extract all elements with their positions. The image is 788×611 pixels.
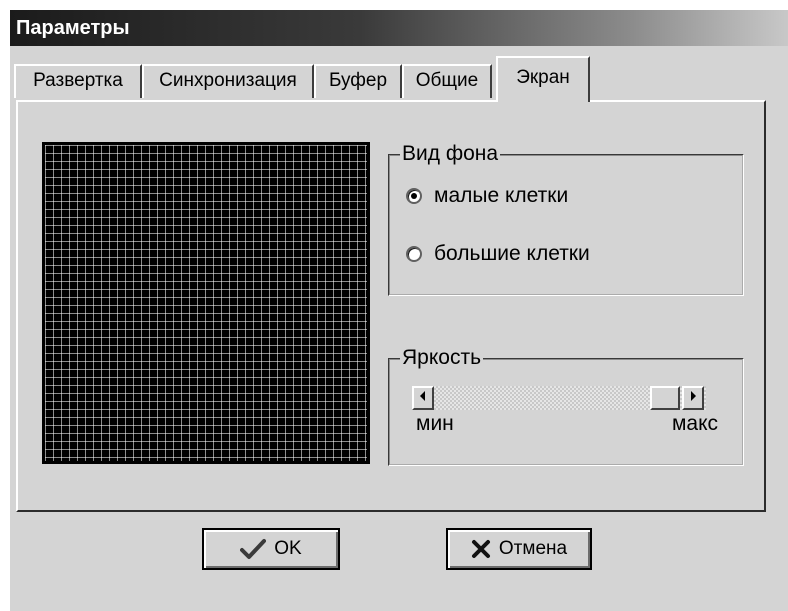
scroll-right-button[interactable] [682, 386, 704, 410]
screen-settings-panel: Вид фона малые клетки большие клетки Ярк… [16, 100, 766, 512]
background-type-group: Вид фона малые клетки большие клетки [388, 142, 744, 296]
radio-small-cells-label: малые клетки [434, 184, 569, 207]
tab-label: Общие [415, 70, 479, 91]
parameters-dialog: Параметры Развертка Синхронизация Буфер … [8, 8, 788, 611]
tab-razvertka[interactable]: Развертка [14, 64, 142, 98]
checkmark-icon [240, 538, 267, 560]
window-title: Параметры [16, 17, 130, 39]
tab-screen[interactable]: Экран [496, 56, 590, 102]
brightness-group: Яркость мин макс [388, 346, 744, 466]
radio-button-checked[interactable] [406, 188, 422, 204]
tab-label: Синхронизация [159, 70, 297, 91]
tab-general[interactable]: Общие [402, 64, 492, 98]
arrow-right-icon [691, 391, 696, 401]
cancel-button-label: Отмена [498, 538, 568, 559]
radio-small-cells[interactable]: малые клетки [406, 182, 568, 210]
brightness-max-label: макс [671, 412, 718, 435]
background-type-title: Вид фона [400, 142, 501, 166]
radio-button[interactable] [406, 246, 422, 262]
window-title-bar[interactable]: Параметры [10, 10, 788, 46]
tab-buffer[interactable]: Буфер [314, 64, 402, 98]
brightness-scrollbar[interactable] [412, 386, 706, 410]
scroll-left-button[interactable] [412, 386, 434, 410]
radio-large-cells[interactable]: большие клетки [406, 240, 590, 268]
brightness-slider-thumb[interactable] [650, 386, 680, 410]
tab-label: Экран [516, 67, 570, 88]
brightness-title: Яркость [400, 346, 484, 370]
x-icon [471, 539, 491, 559]
ok-button[interactable]: OK [202, 528, 340, 570]
ok-button-label: OK [274, 538, 302, 559]
screen-grid-preview [42, 142, 370, 464]
tab-label: Буфер [328, 70, 388, 91]
cancel-button[interactable]: Отмена [446, 528, 592, 570]
radio-large-cells-label: большие клетки [434, 242, 590, 265]
tab-label: Развертка [33, 70, 123, 91]
tab-synchronization[interactable]: Синхронизация [142, 64, 314, 98]
brightness-min-label: мин [416, 412, 454, 435]
arrow-left-icon [420, 391, 425, 401]
